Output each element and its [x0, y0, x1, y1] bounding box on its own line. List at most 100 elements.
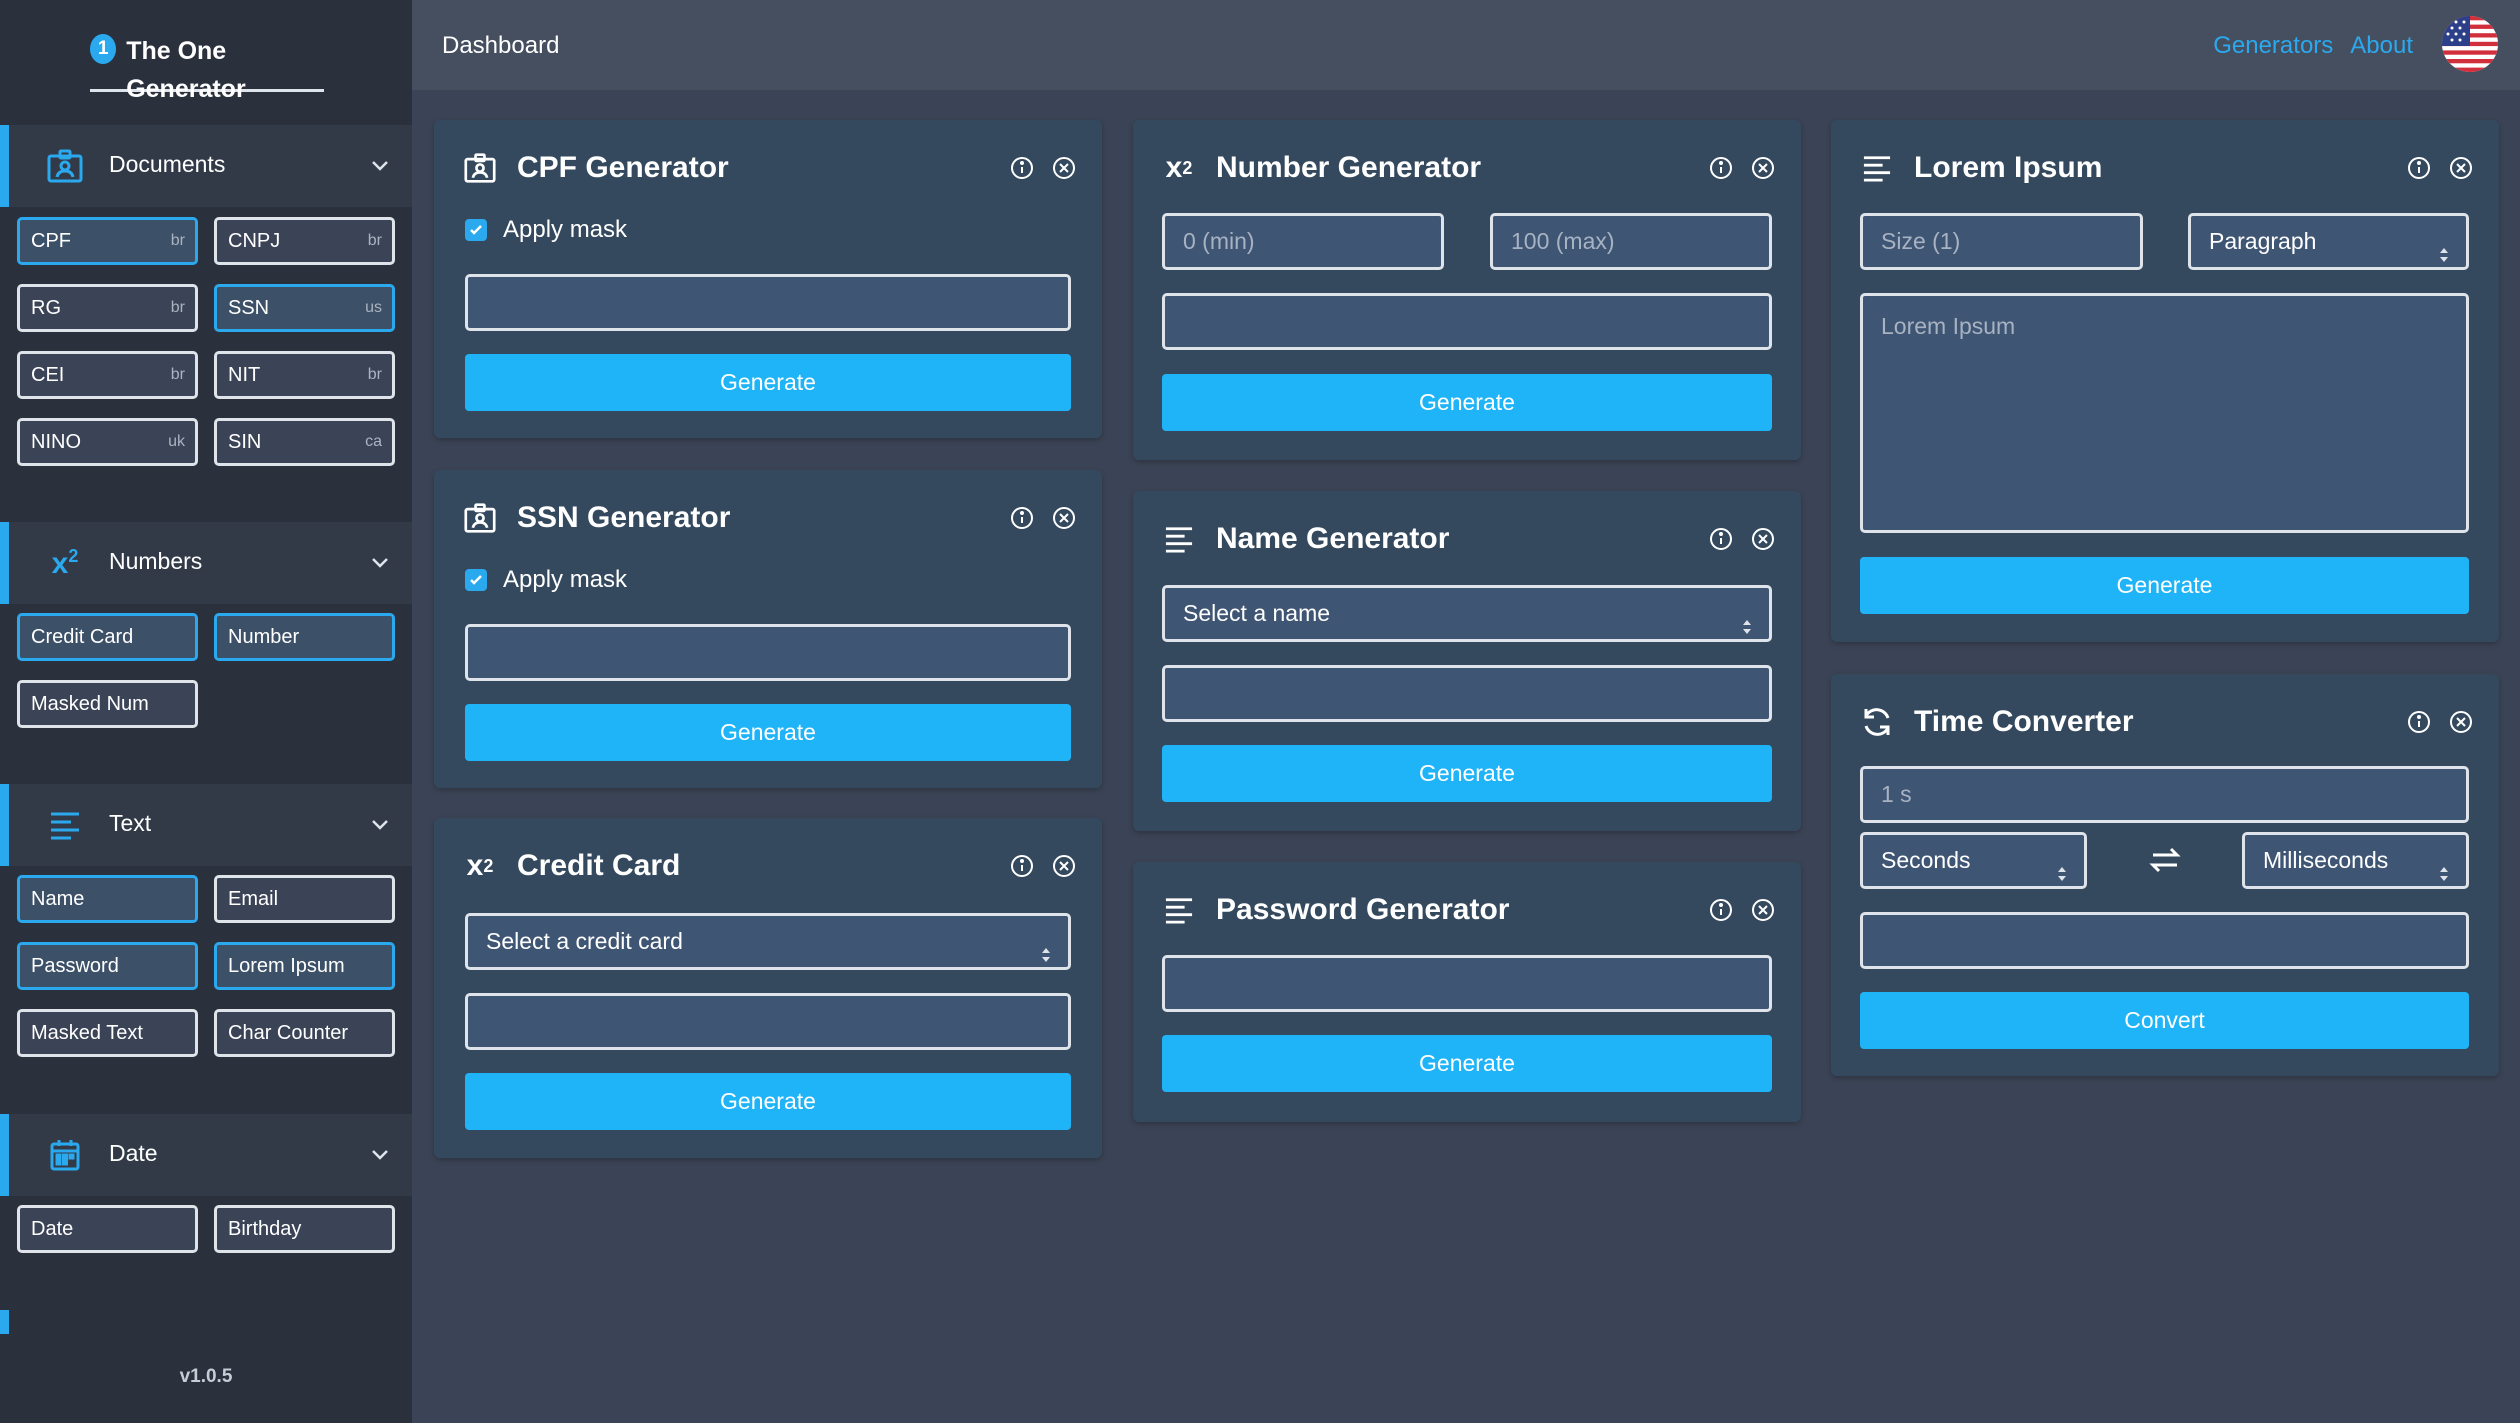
chip-number[interactable]: Number — [214, 613, 395, 661]
info-icon[interactable] — [1010, 156, 1034, 180]
chip-masked-text[interactable]: Masked Text — [17, 1009, 198, 1057]
apply-mask-checkbox[interactable]: Apply mask — [465, 216, 627, 244]
credit-card-output-field[interactable] — [465, 993, 1071, 1050]
card-title: Time Converter — [1914, 705, 2134, 738]
generate-button[interactable]: Generate — [465, 704, 1071, 761]
generate-button[interactable]: Generate — [1162, 374, 1772, 431]
numbers-chips: Credit Card Number Masked Num — [0, 604, 412, 784]
chip-cpf[interactable]: CPF br — [17, 217, 198, 265]
chip-cnpj[interactable]: CNPJ br — [214, 217, 395, 265]
chevron-down-icon — [368, 550, 392, 574]
chip-ssn[interactable]: SSN us — [214, 284, 395, 332]
card-title: Name Generator — [1216, 522, 1450, 555]
card-name-generator: Name Generator Select a name Generate — [1133, 491, 1801, 831]
close-icon[interactable] — [2449, 710, 2473, 734]
brand: 1 The One Generator — [0, 0, 412, 125]
close-icon[interactable] — [1052, 506, 1076, 530]
chip-rg[interactable]: RG br — [17, 284, 198, 332]
generate-button[interactable]: Generate — [1860, 557, 2469, 614]
close-icon[interactable] — [1751, 156, 1775, 180]
section-label: Date — [109, 1140, 158, 1166]
section-date-header[interactable]: Date — [0, 1114, 412, 1196]
close-icon[interactable] — [1751, 898, 1775, 922]
close-icon[interactable] — [1052, 854, 1076, 878]
close-icon[interactable] — [2449, 156, 2473, 180]
chip-cei[interactable]: CEI br — [17, 351, 198, 399]
apply-mask-checkbox[interactable]: Apply mask — [465, 566, 627, 594]
text-chips: Name Email Password Lorem Ipsum Masked T… — [0, 866, 412, 1096]
card-title: Lorem Ipsum — [1914, 151, 2103, 184]
password-output-field[interactable] — [1162, 955, 1772, 1012]
refresh-icon — [1860, 705, 1894, 739]
id-card-icon — [45, 146, 85, 186]
section-label: Numbers — [109, 548, 203, 574]
chip-sin[interactable]: SIN ca — [214, 418, 395, 466]
chevron-down-icon — [368, 153, 392, 177]
section-documents-header[interactable]: Documents — [0, 125, 412, 207]
chip-date[interactable]: Date — [17, 1205, 198, 1253]
lorem-type-select[interactable]: Paragraph — [2188, 213, 2469, 270]
time-input[interactable]: 1 s — [1860, 766, 2469, 823]
info-icon[interactable] — [2407, 156, 2431, 180]
info-icon[interactable] — [1709, 156, 1733, 180]
from-unit-select[interactable]: Seconds — [1860, 832, 2087, 889]
chip-masked-num[interactable]: Masked Num — [17, 680, 198, 728]
superscript-icon: x2 — [1165, 151, 1193, 184]
card-credit-card: x2 Credit Card Select a credit card Gene… — [434, 818, 1102, 1158]
section-label: Text — [109, 810, 152, 836]
chip-nit[interactable]: NIT br — [214, 351, 395, 399]
brand-link[interactable]: 1 The One Generator — [90, 28, 324, 103]
chip-lorem-ipsum[interactable]: Lorem Ipsum — [214, 942, 395, 990]
brand-badge: 1 — [90, 34, 117, 64]
info-icon[interactable] — [2407, 710, 2431, 734]
lorem-textarea[interactable]: Lorem Ipsum — [1860, 293, 2469, 533]
cpf-output-field[interactable] — [465, 274, 1071, 331]
info-icon[interactable] — [1709, 898, 1733, 922]
sidebar: 1 The One Generator Documents CPF br CNPJ… — [0, 0, 412, 1423]
convert-button[interactable]: Convert — [1860, 992, 2469, 1049]
chip-name[interactable]: Name — [17, 875, 198, 923]
ssn-output-field[interactable] — [465, 624, 1071, 681]
card-password-generator: Password Generator Generate — [1133, 862, 1801, 1122]
card-title: Number Generator — [1216, 151, 1482, 184]
credit-card-select[interactable]: Select a credit card — [465, 913, 1071, 970]
close-icon[interactable] — [1751, 527, 1775, 551]
name-select[interactable]: Select a name — [1162, 585, 1772, 642]
size-input[interactable]: Size (1) — [1860, 213, 2143, 270]
documents-chips: CPF br CNPJ br RG br SSN us CEI br NIT br NINO… — [0, 207, 412, 477]
generate-button[interactable]: Generate — [465, 1073, 1071, 1130]
name-output-field[interactable] — [1162, 665, 1772, 722]
chip-char-counter[interactable]: Char Counter — [214, 1009, 395, 1057]
chip-email[interactable]: Email — [214, 875, 395, 923]
us-flag-icon[interactable] — [2442, 16, 2498, 72]
chip-birthday[interactable]: Birthday — [214, 1205, 395, 1253]
close-icon[interactable] — [1052, 156, 1076, 180]
generate-button[interactable]: Generate — [1162, 745, 1772, 802]
checkbox-checked-icon — [465, 219, 487, 241]
section-numbers: x2 Numbers Credit Card Number Masked Num — [0, 522, 412, 784]
info-icon[interactable] — [1010, 506, 1034, 530]
card-title: CPF Generator — [517, 151, 729, 184]
nav-generators-link[interactable]: Generators — [2213, 32, 2333, 60]
generate-button[interactable]: Generate — [1162, 1035, 1772, 1092]
time-output-field[interactable] — [1860, 912, 2469, 969]
topbar: Dashboard Generators About — [412, 0, 2520, 91]
number-output-field[interactable] — [1162, 293, 1772, 350]
chip-credit-card[interactable]: Credit Card — [17, 613, 198, 661]
section-text-header[interactable]: Text — [0, 784, 412, 866]
info-icon[interactable] — [1709, 527, 1733, 551]
text-lines-icon — [45, 805, 85, 845]
nav-about-link[interactable]: About — [2350, 32, 2413, 60]
swap-units-icon[interactable] — [2145, 840, 2185, 880]
min-input[interactable]: 0 (min) — [1162, 213, 1444, 270]
generate-button[interactable]: Generate — [465, 354, 1071, 411]
id-card-icon — [463, 501, 497, 535]
info-icon[interactable] — [1010, 854, 1034, 878]
chip-nino[interactable]: NINO uk — [17, 418, 198, 466]
max-input[interactable]: 100 (max) — [1490, 213, 1772, 270]
chip-password[interactable]: Password — [17, 942, 198, 990]
select-arrows-icon — [2056, 851, 2068, 881]
chevron-down-icon — [368, 812, 392, 836]
section-numbers-header[interactable]: x2 Numbers — [0, 522, 412, 604]
to-unit-select[interactable]: Milliseconds — [2242, 832, 2469, 889]
